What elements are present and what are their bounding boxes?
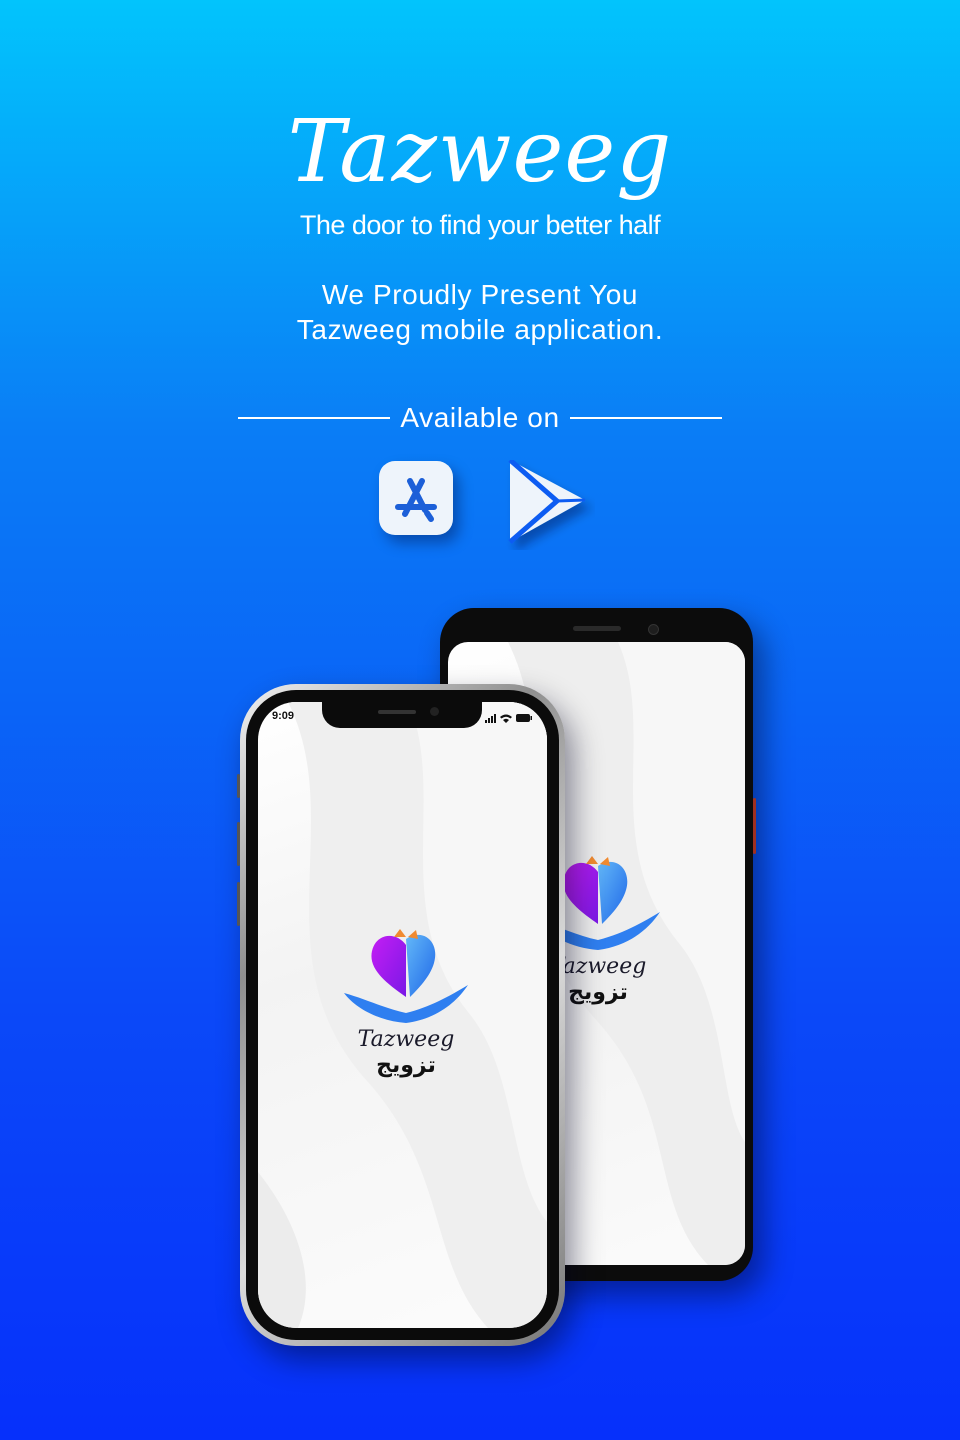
iphone-screen: 9:09 Tazweeg تزويج [258,702,547,1328]
intro-text: We Proudly Present You Tazweeg mobile ap… [0,277,960,347]
battery-icon [516,714,530,722]
brand-title: Tazweeg [287,102,673,202]
phone-volume-down [237,882,240,926]
google-play-icon[interactable] [505,458,595,550]
available-on-row: Available on [0,398,960,438]
phone-camera [648,624,659,635]
phone-side-button [753,798,756,854]
phone-mute-switch [237,774,240,798]
wifi-icon [500,714,512,723]
phone-notch [322,702,482,728]
tagline: The door to find your better half [299,210,661,240]
signal-icon [485,714,496,723]
divider-left [238,417,391,419]
logo-wordmark: Tazweeg [357,1027,455,1052]
tazweeg-logo: Tazweeg تزويج [336,927,476,1097]
app-store-icon[interactable] [379,461,453,535]
phone-volume-up [237,822,240,866]
divider-right [569,417,722,419]
iphone-mockup: 9:09 Tazweeg تزويج [237,684,565,1346]
phone-speaker [378,710,416,714]
phone-speaker [573,626,621,631]
status-time: 9:09 [272,710,295,722]
intro-line-1: We Proudly Present You [321,279,639,310]
logo-arabic-wordmark: تزويج [376,1053,436,1078]
status-icons [485,711,533,723]
available-on-label: Available on [400,402,560,433]
phone-camera [430,707,439,716]
intro-line-2: Tazweeg mobile application. [296,314,664,345]
store-badges [0,458,960,550]
